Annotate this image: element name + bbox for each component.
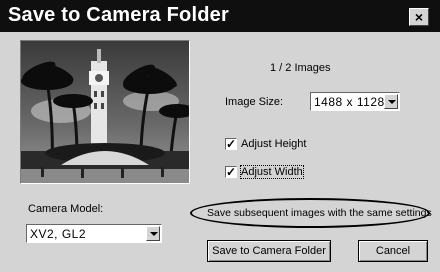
image-preview (20, 40, 190, 184)
close-icon: × (414, 9, 424, 25)
image-count: 1 / 2 Images (270, 62, 331, 74)
save-to-camera-folder-button[interactable]: Save to Camera Folder (207, 240, 331, 262)
window-title: Save to Camera Folder (8, 4, 229, 26)
adjust-height-checkbox[interactable]: ✓ (225, 138, 237, 150)
preview-photo (21, 41, 189, 183)
camera-model-select[interactable]: XV2, GL2 (26, 224, 162, 243)
image-size-label: Image Size: (225, 96, 284, 108)
chevron-down-icon[interactable] (384, 94, 398, 109)
camera-model-value: XV2, GL2 (30, 227, 87, 241)
cancel-button[interactable]: Cancel (358, 240, 428, 262)
adjust-height-label: Adjust Height (241, 138, 307, 150)
chevron-down-icon[interactable] (146, 226, 160, 241)
close-button[interactable]: × (409, 8, 429, 26)
adjust-width-checkbox[interactable]: ✓ (225, 166, 237, 178)
save-to-camera-folder-dialog: Save to Camera Folder × 1 / 2 Images Ima… (0, 0, 440, 272)
image-size-select[interactable]: 1488 x 1128 (310, 92, 400, 111)
camera-model-label: Camera Model: (28, 203, 104, 215)
title-bar[interactable]: Save to Camera Folder × (0, 0, 440, 32)
save-subsequent-option[interactable]: Save subsequent images with the same set… (207, 207, 432, 219)
adjust-width-label: Adjust Width (240, 165, 304, 179)
image-size-value: 1488 x 1128 (314, 95, 385, 109)
